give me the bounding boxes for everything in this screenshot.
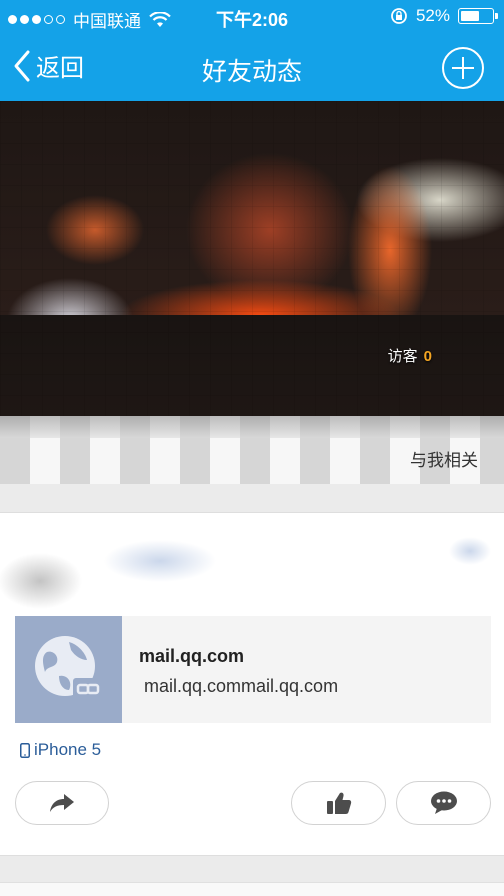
visitor-count[interactable]: 访客 0 — [388, 345, 432, 366]
like-button[interactable] — [291, 781, 386, 825]
link-thumbnail — [15, 616, 122, 723]
link-description: mail.qq.commail.qq.com — [144, 676, 339, 696]
visitor-number: 0 — [423, 348, 432, 365]
device-label: iPhone 5 — [34, 740, 102, 759]
next-post-edge — [0, 882, 504, 896]
feed-post: mail.qq.com mail.qq.commail.qq.com iPhon… — [0, 512, 504, 856]
share-icon — [50, 794, 74, 812]
status-right: 52% — [390, 6, 498, 26]
status-bar: 中国联通 下午2:06 52% — [0, 0, 504, 34]
nav-bar: 返回 好友动态 — [0, 34, 504, 101]
thumbs-up-icon — [326, 792, 351, 814]
add-button[interactable] — [442, 47, 484, 89]
battery-icon — [458, 8, 498, 24]
screen: 中国联通 下午2:06 52% 返回 好友动态 访客 0 与我相关 mail.q… — [0, 0, 504, 896]
battery-percent: 52% — [415, 6, 450, 25]
page-title: 好友动态 — [201, 58, 302, 86]
comment-icon — [430, 791, 457, 814]
phone-icon — [20, 742, 30, 758]
profile-subbar: 与我相关 — [0, 416, 504, 484]
shared-link-card[interactable]: mail.qq.com mail.qq.commail.qq.com — [15, 616, 491, 723]
top-bar: 中国联通 下午2:06 52% 返回 好友动态 — [0, 0, 504, 101]
globe-link-icon — [35, 636, 103, 700]
share-button[interactable] — [15, 781, 109, 825]
link-title: mail.qq.com — [139, 646, 245, 666]
comment-button[interactable] — [396, 781, 491, 825]
device-tag[interactable]: iPhone 5 — [20, 740, 101, 760]
cover-image[interactable]: 访客 0 — [0, 101, 504, 416]
post-header-blurred — [0, 521, 504, 611]
visitor-label: 访客 — [387, 348, 418, 365]
rotation-lock-icon — [391, 8, 407, 24]
related-to-me-link[interactable]: 与我相关 — [410, 446, 478, 471]
